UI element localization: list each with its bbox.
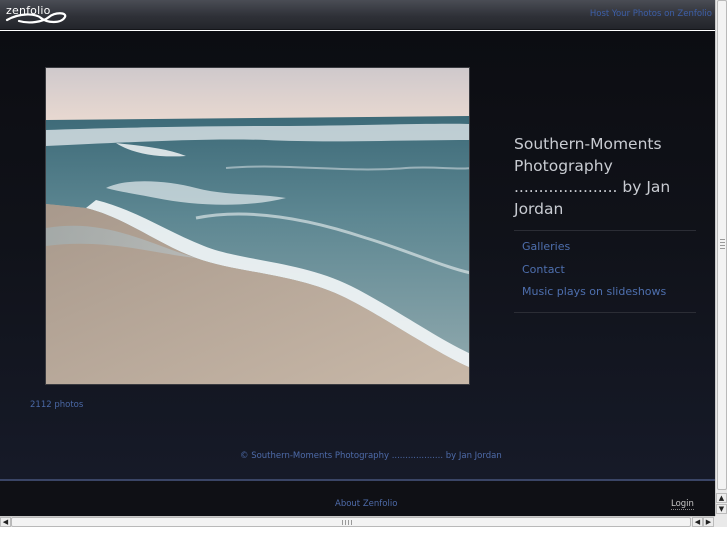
grip-icon <box>342 520 354 525</box>
nav-item-music[interactable]: Music plays on slideshows <box>514 281 696 304</box>
scrollbar-corner <box>715 516 727 527</box>
scroll-left-icon[interactable]: ◀ <box>692 517 703 527</box>
scroll-down-icon[interactable]: ▼ <box>716 504 727 514</box>
vertical-scrollbar[interactable]: ▲ ▼ <box>715 0 727 516</box>
login-link[interactable]: Login <box>671 499 694 510</box>
horizontal-scrollbar[interactable]: ◀ ◀ ▶ <box>0 516 715 527</box>
photo-count-link[interactable]: 2112 photos <box>30 400 83 410</box>
copyright-text: © Southern-Moments Photography .........… <box>240 451 502 461</box>
about-zenfolio-link[interactable]: About Zenfolio <box>335 499 397 509</box>
nav-item-contact[interactable]: Contact <box>514 259 696 282</box>
zenfolio-swirl-icon <box>5 12 67 24</box>
window-bottom-area <box>0 527 727 545</box>
host-photos-link[interactable]: Host Your Photos on Zenfolio <box>590 9 712 19</box>
scroll-left-icon[interactable]: ◀ <box>0 517 11 527</box>
site-nav: Galleries Contact Music plays on slidesh… <box>514 230 696 313</box>
vertical-scroll-thumb[interactable] <box>717 0 727 490</box>
featured-photo[interactable] <box>45 67 470 385</box>
horizontal-scroll-thumb[interactable] <box>11 517 691 527</box>
nav-item-galleries[interactable]: Galleries <box>514 236 696 259</box>
footer: About Zenfolio Login <box>0 481 715 517</box>
main-content: Southern-Moments Photography ...........… <box>0 31 715 479</box>
grip-icon <box>720 239 725 249</box>
top-bar: zenfolio Host Your Photos on Zenfolio <box>0 0 715 30</box>
site-title: Southern-Moments Photography ...........… <box>514 135 671 218</box>
scroll-up-icon[interactable]: ▲ <box>716 493 727 503</box>
ocean-beach-image <box>46 68 469 384</box>
scroll-right-icon[interactable]: ▶ <box>703 517 714 527</box>
